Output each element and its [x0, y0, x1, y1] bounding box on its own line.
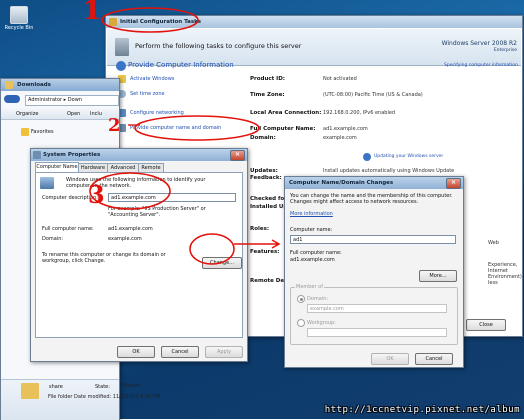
annotation-circle-task: [134, 115, 260, 141]
annotation-circle-change: [189, 233, 235, 265]
annotation-overlay: [89, 7, 281, 265]
annotation-step-2: 2: [108, 115, 121, 136]
watermark: http://1ccnetvip.pixnet.net/album: [324, 405, 520, 415]
annotation-step-3: 3: [88, 180, 105, 209]
annotation-circle-title: [101, 7, 199, 33]
annotation-step-1: 1: [83, 0, 102, 26]
annotation-arrow-change: [234, 239, 281, 249]
